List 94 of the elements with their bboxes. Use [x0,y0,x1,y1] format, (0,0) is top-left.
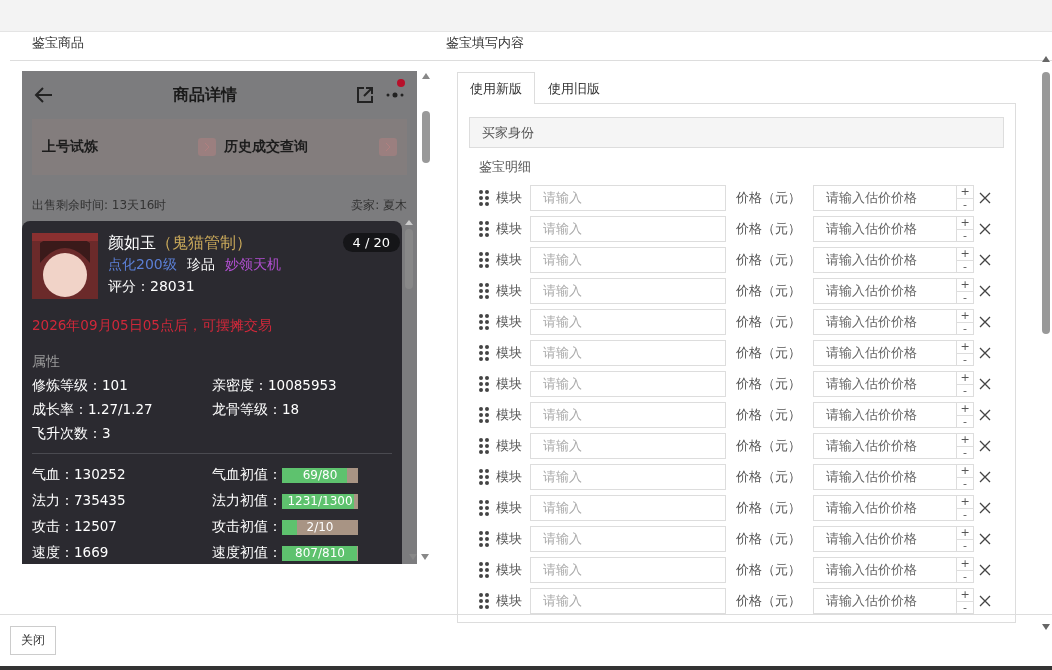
row-label: 模块 [496,343,522,362]
price-field[interactable]: 请输入估价价格 [813,277,957,304]
price-label: 价格（元） [736,281,801,300]
price-field[interactable]: 请输入估价价格 [813,246,957,273]
attribute-text: 亲密度：10085953 [212,377,338,395]
panel-heading: 鉴宝商品 [32,35,84,50]
stat-text: 攻击：12507 [32,518,118,536]
seller-name: 卖家: 夏木 [351,197,407,214]
section-title: 属性 [32,353,61,371]
pet-tag: （鬼猫管制） [156,233,252,254]
stat-text: 气血：130252 [32,466,127,484]
price-field[interactable]: 请输入估价价格 [813,401,957,428]
section-label: 鉴宝明细 [479,159,531,174]
progress-bar: 2/10 [282,519,358,535]
page-counter: 4 / 20 [342,233,400,252]
row-label: 模块 [496,312,522,331]
row-label: 模块 [496,560,522,579]
price-label: 价格（元） [736,591,801,610]
attribute-text: 飞升次数：3 [32,425,112,443]
trade-notice: 2026年09月05日05点后，可摆摊交易 [32,317,273,335]
price-field[interactable]: 请输入估价价格 [813,525,957,552]
price-field[interactable]: 请输入估价价格 [813,463,957,490]
price-label: 价格（元） [736,219,801,238]
stat-label: 气血初值： [212,466,282,482]
input-field[interactable]: 请输入 [530,339,726,366]
input-field[interactable]: 请输入 [530,308,726,335]
attribute-text: 龙骨等级：18 [212,401,301,419]
row-label: 模块 [496,405,522,424]
input-field[interactable]: 请输入 [530,525,726,552]
price-field[interactable]: 请输入估价价格 [813,587,957,614]
stat-label: 攻击初值： [212,518,282,534]
row-label: 模块 [496,374,522,393]
badge-text: 点化200级 [108,256,177,274]
price-label: 价格（元） [736,467,801,486]
input-field[interactable]: 请输入 [530,494,726,521]
price-label: 价格（元） [736,405,801,424]
price-label: 价格（元） [736,343,801,362]
sale-time: 出售剩余时间: 13天16时 [32,197,167,214]
shortcut-title: 上号试炼 [42,138,98,156]
tab[interactable]: 使用旧版 [535,72,613,104]
input-field[interactable]: 请输入 [530,463,726,490]
stat-text: 法力：735435 [32,492,127,510]
row-label: 模块 [496,436,522,455]
price-field[interactable]: 请输入估价价格 [813,184,957,211]
price-field[interactable]: 请输入估价价格 [813,432,957,459]
row-label: 模块 [496,281,522,300]
input-field[interactable]: 请输入 [530,401,726,428]
price-label: 价格（元） [736,498,801,517]
screen-title: 商品详情 [171,84,238,106]
price-label: 价格（元） [736,560,801,579]
price-field[interactable]: 请输入估价价格 [813,308,957,335]
price-field[interactable]: 请输入估价价格 [813,494,957,521]
price-field[interactable]: 请输入估价价格 [813,339,957,366]
row-label: 模块 [496,467,522,486]
progress-bar: 69/80 [282,467,358,483]
price-label: 价格（元） [736,188,801,207]
price-label: 价格（元） [736,436,801,455]
stat-label: 速度初值： [212,544,282,560]
input-field[interactable]: 请输入 [530,184,726,211]
row-label: 模块 [496,219,522,238]
input-field[interactable]: 请输入 [530,370,726,397]
input-field[interactable]: 请输入 [530,587,726,614]
stat-label: 法力初值： [212,492,282,508]
input-field[interactable]: 请输入 [530,556,726,583]
stat-text: 速度：1669 [32,544,110,562]
badge-text: 珍品 [186,256,215,274]
progress-bar: 1231/1300 [282,493,358,509]
shortcut-title: 历史成交查询 [223,138,308,156]
row-label: 模块 [496,250,522,269]
row-label: 模块 [496,529,522,548]
input-field[interactable]: 请输入 [530,246,726,273]
price-label: 价格（元） [736,312,801,331]
row-label: 模块 [496,498,522,517]
row-label: 模块 [496,591,522,610]
row-label: 模块 [496,188,522,207]
input-field[interactable]: 请输入 [530,215,726,242]
panel-heading: 鉴宝填写内容 [446,35,524,50]
attribute-text: 修炼等级：101 [32,377,129,395]
input-field[interactable]: 请输入 [530,432,726,459]
price-field[interactable]: 请输入估价价格 [813,370,957,397]
pet-score: 评分：28031 [108,278,196,296]
price-label: 价格（元） [736,250,801,269]
pet-name: 颜如玉 [108,233,156,254]
attribute-text: 成长率：1.27/1.27 [32,401,154,419]
section-header: 买家身份 [469,117,1004,148]
price-label: 价格（元） [736,374,801,393]
input-field[interactable]: 请输入 [530,277,726,304]
progress-bar: 807/810 [282,545,358,561]
price-field[interactable]: 请输入估价价格 [813,215,957,242]
price-field[interactable]: 请输入估价价格 [813,556,957,583]
tab[interactable]: 使用新版 [457,72,535,104]
price-label: 价格（元） [736,529,801,548]
badge-text: 妙领天机 [224,256,281,274]
close-button[interactable]: 关闭 [10,626,56,655]
